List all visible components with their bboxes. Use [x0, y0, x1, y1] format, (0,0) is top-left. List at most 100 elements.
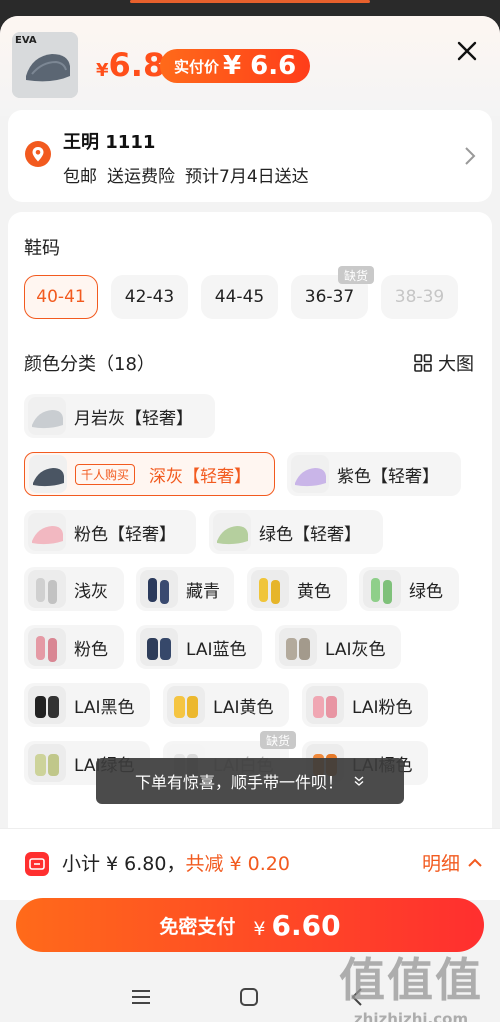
color-label: LAI蓝色	[186, 639, 247, 660]
color-option-yellow[interactable]: 黄色	[247, 567, 347, 611]
product-thumbnail[interactable]: EVA	[12, 32, 78, 98]
status-strip	[0, 0, 500, 16]
color-option-pink[interactable]: 粉色	[24, 625, 124, 669]
color-option-navy[interactable]: 藏青	[136, 567, 234, 611]
grid-view-icon	[414, 354, 432, 372]
big-view-label: 大图	[438, 354, 474, 375]
color-label: 紫色【轻奢】	[337, 466, 439, 487]
swatch-olive	[28, 744, 66, 782]
size-title: 鞋码	[24, 238, 60, 259]
thumb-brand: EVA	[15, 35, 37, 46]
color-option-moon-gray[interactable]: 月岩灰【轻奢】	[24, 394, 215, 438]
recipient-name: 王明 1111	[63, 132, 156, 153]
price-currency: ¥	[96, 60, 109, 81]
color-label: LAI黑色	[74, 697, 135, 718]
subtotal-amount: 小计 ¥ 6.80，	[62, 853, 186, 875]
home-icon[interactable]	[238, 986, 260, 1008]
color-option-green[interactable]: 绿色	[359, 567, 459, 611]
location-pin-icon	[25, 141, 51, 167]
color-option-lai-blue[interactable]: LAI蓝色	[136, 625, 262, 669]
shipping-insurance: 送运费险	[107, 167, 175, 187]
swatch-pink3	[306, 686, 344, 724]
color-option-green-lux[interactable]: 绿色【轻奢】	[209, 510, 383, 554]
detail-toggle[interactable]: 明细	[422, 849, 482, 876]
color-label: 绿色【轻奢】	[259, 524, 361, 545]
swatch-pink	[28, 513, 66, 551]
notch-indicator	[130, 0, 370, 3]
price-value: 6.8	[108, 46, 166, 84]
hot-seller-tag: 千人购买	[75, 463, 136, 485]
color-option-lai-yellow[interactable]: LAI黄色	[163, 683, 289, 727]
shipping-info: 包邮 送运费险 预计7月4日送达	[63, 162, 309, 187]
size-option-42-43[interactable]: 42-43	[111, 275, 188, 319]
swatch-navy	[140, 570, 178, 608]
swatch-green2	[363, 570, 401, 608]
subtotal-bar: 小计 ¥ 6.80，共减 ¥ 0.20 明细	[0, 828, 500, 900]
detail-label: 明细	[421, 853, 460, 875]
promo-toast[interactable]: 下单有惊喜，顺手带一件呗！	[96, 758, 404, 804]
color-option-lai-pink[interactable]: LAI粉色	[302, 683, 428, 727]
menu-icon[interactable]	[130, 986, 152, 1008]
subtotal-text: 小计 ¥ 6.80，共减 ¥ 0.20	[62, 849, 290, 876]
pay-label: 免密支付	[159, 915, 236, 938]
color-label: LAI黄色	[213, 697, 274, 718]
color-label: 黄色	[297, 581, 331, 602]
swatch-dark-gray	[29, 455, 67, 493]
color-label: 藏青	[186, 581, 220, 602]
color-label: 绿色	[409, 581, 443, 602]
color-option-lai-black[interactable]: LAI黑色	[24, 683, 150, 727]
toast-text: 下单有惊喜，顺手带一件呗！	[134, 773, 343, 792]
real-price-value: ¥ 6.6	[223, 51, 297, 81]
double-chevron-down-icon	[354, 776, 364, 786]
swatch-moon-gray	[28, 397, 66, 435]
swatch-light-gray	[28, 570, 66, 608]
watermark-url: zhizhizhi.com	[353, 1010, 469, 1022]
pay-amount: ¥ 6.60	[253, 909, 340, 942]
sheet-header: EVA ¥6.8 实付价 ¥ 6.6	[0, 16, 500, 116]
swatch-pink2	[28, 628, 66, 666]
color-option-purple[interactable]: 紫色【轻奢】	[287, 452, 461, 496]
low-stock-tag: 缺货	[338, 266, 375, 284]
site-watermark: 值值值 zhizhizhi.com	[336, 944, 486, 1022]
delivery-eta: 预计7月4日送达	[185, 167, 309, 187]
real-price-label: 实付价	[174, 57, 220, 76]
swatch-purple	[291, 455, 329, 493]
color-label: LAI粉色	[352, 697, 413, 718]
coupon-icon	[25, 852, 49, 876]
color-label: 浅灰	[74, 581, 108, 602]
close-icon[interactable]	[456, 40, 478, 62]
discount-amount: 共减 ¥ 0.20	[185, 853, 290, 875]
address-card[interactable]: 王明 1111 包邮 送运费险 预计7月4日送达	[8, 110, 492, 202]
size-option-40-41[interactable]: 40-41	[24, 275, 98, 319]
swatch-yellow2	[167, 686, 205, 724]
options-card: 鞋码 40-41 42-43 44-45 36-37 缺货 38-39 颜色分类…	[8, 212, 492, 852]
pay-currency: ¥	[253, 917, 266, 940]
big-view-toggle[interactable]: 大图	[414, 350, 474, 376]
real-price-badge: 实付价 ¥ 6.6	[160, 49, 311, 83]
swatch-blue	[140, 628, 178, 666]
color-title: 颜色分类（18）	[24, 354, 155, 375]
out-of-stock-tag: 缺货	[260, 731, 297, 749]
chevron-up-icon	[468, 858, 482, 867]
pay-value: 6.60	[271, 908, 341, 942]
color-option-light-gray[interactable]: 浅灰	[24, 567, 124, 611]
color-label: 粉色	[74, 639, 108, 660]
color-option-lai-gray[interactable]: LAI灰色	[275, 625, 401, 669]
product-price: ¥6.8	[96, 46, 165, 84]
color-option-dark-gray[interactable]: 千人购买 深灰【轻奢】	[24, 452, 275, 496]
sku-selector-sheet: EVA ¥6.8 实付价 ¥ 6.6 王明 1111 包邮 送运费险 预计7月4…	[0, 16, 500, 1022]
chevron-right-icon	[465, 147, 476, 165]
size-option-38-39: 38-39	[381, 275, 458, 319]
color-label: 深灰【轻奢】	[149, 466, 252, 487]
swatch-gray	[279, 628, 317, 666]
size-option-44-45[interactable]: 44-45	[201, 275, 278, 319]
watermark-logo: 值值值	[339, 953, 483, 1007]
swatch-black	[28, 686, 66, 724]
swatch-green	[213, 513, 251, 551]
swatch-yellow	[251, 570, 289, 608]
color-label: LAI灰色	[325, 639, 386, 660]
color-label: 粉色【轻奢】	[74, 524, 176, 545]
color-label: 月岩灰【轻奢】	[74, 408, 193, 429]
color-option-pink-lux[interactable]: 粉色【轻奢】	[24, 510, 196, 554]
free-shipping: 包邮	[63, 167, 97, 187]
